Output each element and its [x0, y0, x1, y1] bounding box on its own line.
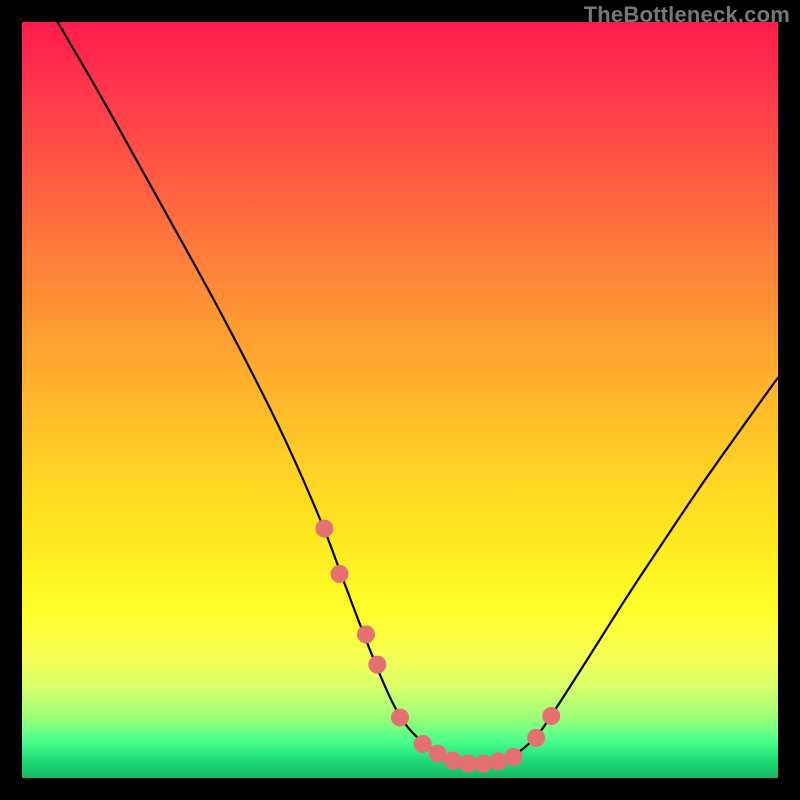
curve-svg [22, 22, 778, 778]
data-marker [331, 565, 348, 582]
chart-stage: TheBottleneck.com [0, 0, 800, 800]
data-marker [490, 753, 507, 770]
data-marker [429, 745, 446, 762]
data-marker [357, 626, 374, 643]
bottleneck-curve [22, 0, 778, 764]
data-marker [316, 520, 333, 537]
data-marker [392, 709, 409, 726]
data-marker [444, 752, 461, 769]
marker-group [316, 520, 560, 772]
data-marker [475, 755, 492, 772]
data-marker [460, 755, 477, 772]
data-marker [414, 735, 431, 752]
data-marker [528, 729, 545, 746]
plot-area [22, 22, 778, 778]
data-marker [543, 708, 560, 725]
data-marker [505, 748, 522, 765]
data-marker [369, 656, 386, 673]
